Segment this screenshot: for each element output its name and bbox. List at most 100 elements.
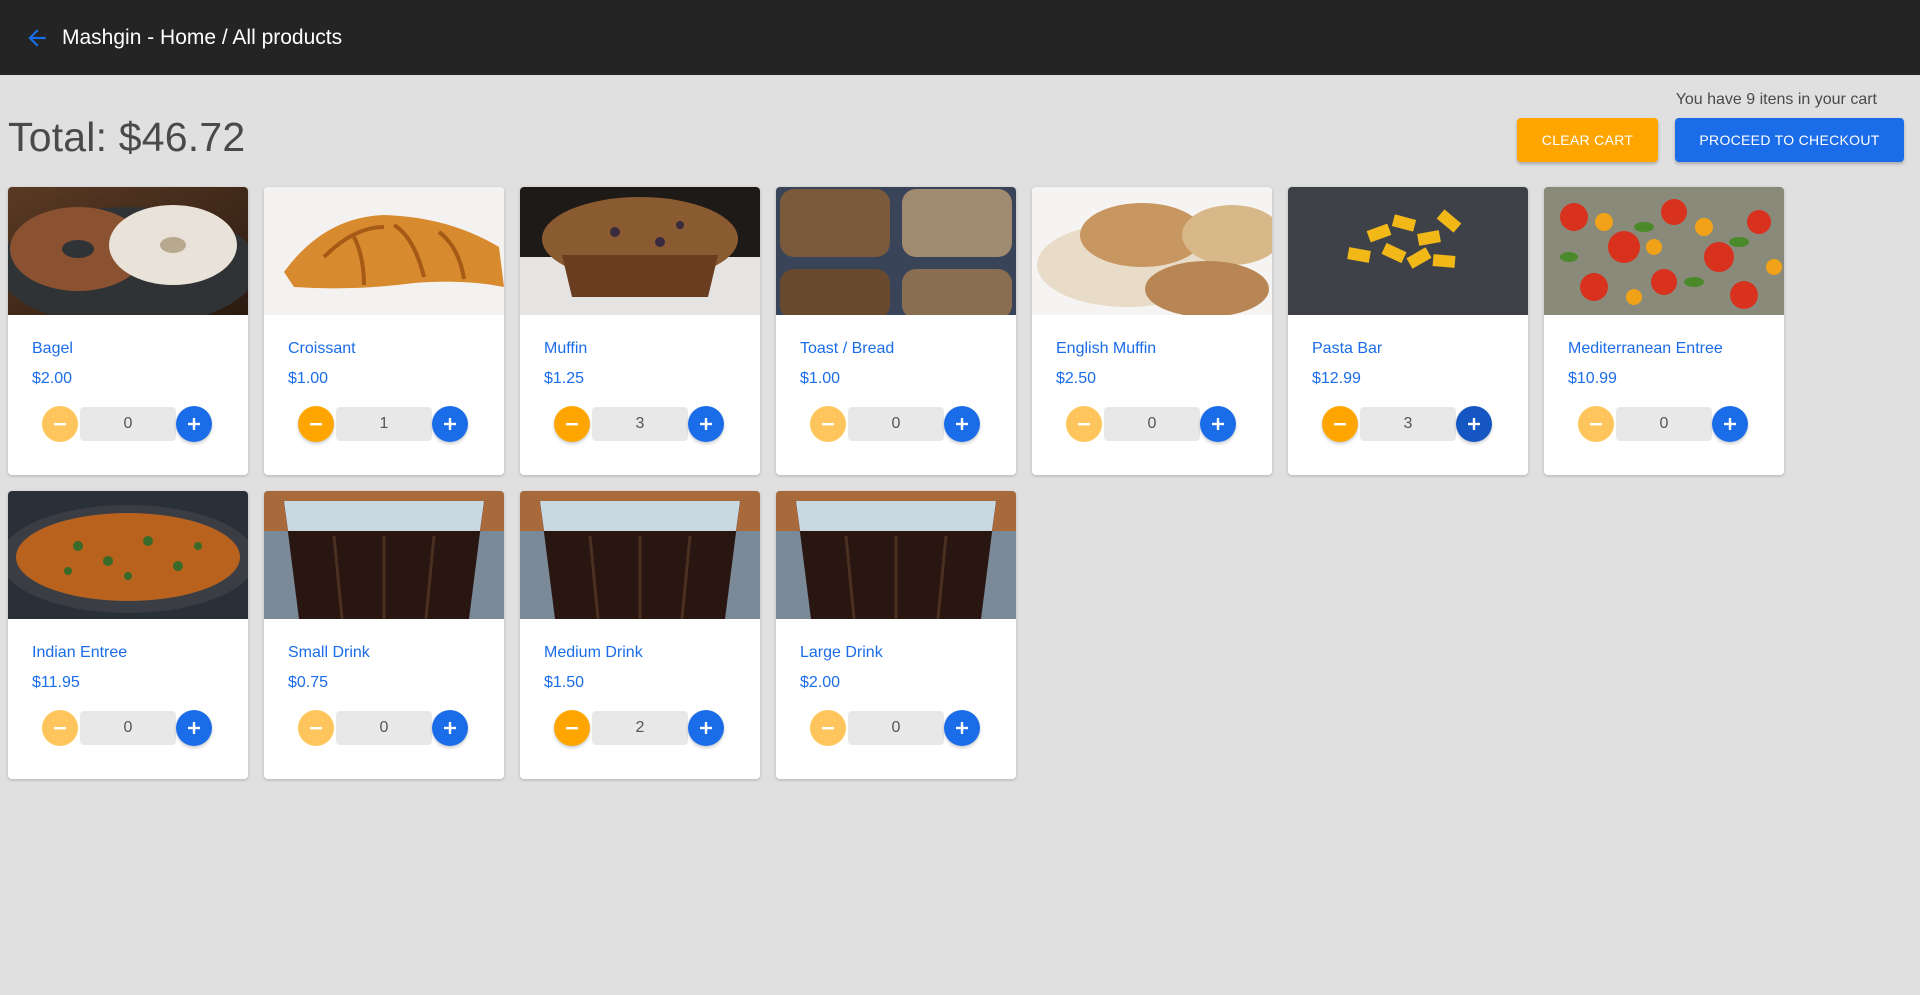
- minus-icon: [566, 423, 578, 426]
- decrement-button[interactable]: [810, 710, 846, 746]
- increment-button[interactable]: [432, 406, 468, 442]
- quantity-value[interactable]: 0: [848, 711, 944, 745]
- plus-icon: [700, 418, 712, 430]
- product-price: $1.00: [800, 370, 841, 387]
- product-card: Bagel $2.00 0: [8, 187, 248, 475]
- product-name: Bagel: [32, 340, 73, 357]
- decrement-button[interactable]: [42, 406, 78, 442]
- decrement-button[interactable]: [298, 710, 334, 746]
- decrement-button[interactable]: [554, 406, 590, 442]
- cola-photo: [520, 491, 760, 619]
- product-name: Large Drink: [800, 644, 883, 661]
- plus-icon: [188, 418, 200, 430]
- salad-photo: [1544, 187, 1784, 315]
- product-card: Pasta Bar $12.99 3: [1288, 187, 1528, 475]
- minus-icon: [1078, 423, 1090, 426]
- checkout-button[interactable]: Proceed to checkout: [1675, 118, 1904, 162]
- product-price: $2.00: [32, 370, 73, 387]
- product-card: Toast / Bread $1.00 0: [776, 187, 1016, 475]
- cola-photo: [776, 491, 1016, 619]
- increment-button[interactable]: [944, 710, 980, 746]
- toast-photo: [776, 187, 1016, 315]
- quantity-value[interactable]: 0: [848, 407, 944, 441]
- product-name: Indian Entree: [32, 644, 128, 661]
- curry-photo: [8, 491, 248, 619]
- decrement-button[interactable]: [554, 710, 590, 746]
- product-card: Indian Entree $11.95 0: [8, 491, 248, 779]
- product-price: $1.50: [544, 674, 585, 691]
- app-bar: Mashgin - Home / All products: [0, 0, 1920, 75]
- plus-icon: [444, 418, 456, 430]
- product-name: Mediterranean Entree: [1568, 340, 1723, 357]
- decrement-button[interactable]: [42, 710, 78, 746]
- increment-button[interactable]: [176, 406, 212, 442]
- decrement-button[interactable]: [1578, 406, 1614, 442]
- increment-button[interactable]: [176, 710, 212, 746]
- minus-icon: [1334, 423, 1346, 426]
- decrement-button[interactable]: [1322, 406, 1358, 442]
- product-name: Muffin: [544, 340, 588, 357]
- increment-button[interactable]: [688, 710, 724, 746]
- arrow-left-icon: [28, 29, 46, 47]
- product-price: $12.99: [1312, 370, 1361, 387]
- cart-total: Total: $46.72: [8, 114, 246, 160]
- product-card: Small Drink $0.75 0: [264, 491, 504, 779]
- increment-button[interactable]: [432, 710, 468, 746]
- product-card: Mediterranean Entree $10.99 0: [1544, 187, 1784, 475]
- quantity-value[interactable]: 2: [592, 711, 688, 745]
- increment-button[interactable]: [1456, 406, 1492, 442]
- minus-icon: [310, 727, 322, 730]
- page-title: Mashgin - Home / All products: [62, 26, 343, 49]
- product-price: $2.00: [800, 674, 841, 691]
- cola-photo: [264, 491, 504, 619]
- product-price: $11.95: [32, 674, 80, 691]
- quantity-value[interactable]: 0: [1616, 407, 1712, 441]
- product-name: Medium Drink: [544, 644, 643, 661]
- quantity-value[interactable]: 3: [1360, 407, 1456, 441]
- increment-button[interactable]: [1712, 406, 1748, 442]
- plus-icon: [1468, 418, 1480, 430]
- product-price: $1.25: [544, 370, 585, 387]
- plus-icon: [956, 418, 968, 430]
- quantity-value[interactable]: 0: [80, 407, 176, 441]
- increment-button[interactable]: [1200, 406, 1236, 442]
- product-name: Toast / Bread: [800, 340, 895, 357]
- minus-icon: [54, 423, 66, 426]
- product-price: $1.00: [288, 370, 329, 387]
- quantity-value[interactable]: 1: [336, 407, 432, 441]
- decrement-button[interactable]: [810, 406, 846, 442]
- increment-button[interactable]: [944, 406, 980, 442]
- minus-icon: [822, 727, 834, 730]
- increment-button[interactable]: [688, 406, 724, 442]
- minus-icon: [1590, 423, 1602, 426]
- muffin-photo: [520, 187, 760, 315]
- product-name: Pasta Bar: [1312, 340, 1383, 357]
- quantity-value[interactable]: 3: [592, 407, 688, 441]
- product-price: $10.99: [1568, 370, 1617, 387]
- plus-icon: [956, 722, 968, 734]
- english-muffin-photo: [1032, 187, 1272, 315]
- plus-icon: [1724, 418, 1736, 430]
- minus-icon: [822, 423, 834, 426]
- clear-cart-button[interactable]: Clear cart: [1517, 118, 1658, 162]
- croissant-photo: [264, 187, 504, 315]
- cart-item-count: You have 9 itens in your cart: [1675, 91, 1877, 108]
- decrement-button[interactable]: [1066, 406, 1102, 442]
- minus-icon: [54, 727, 66, 730]
- pasta-photo: [1288, 187, 1528, 315]
- decrement-button[interactable]: [298, 406, 334, 442]
- product-card: English Muffin $2.50 0: [1032, 187, 1272, 475]
- product-card: Medium Drink $1.50 2: [520, 491, 760, 779]
- product-name: English Muffin: [1056, 340, 1157, 357]
- plus-icon: [700, 722, 712, 734]
- product-name: Small Drink: [288, 644, 370, 661]
- product-card: Muffin $1.25 3: [520, 187, 760, 475]
- quantity-value[interactable]: 0: [336, 711, 432, 745]
- minus-icon: [566, 727, 578, 730]
- quantity-value[interactable]: 0: [80, 711, 176, 745]
- bagel-photo: [8, 187, 248, 315]
- plus-icon: [444, 722, 456, 734]
- product-card: Croissant $1.00 1: [264, 187, 504, 475]
- back-button[interactable]: [24, 25, 50, 51]
- quantity-value[interactable]: 0: [1104, 407, 1200, 441]
